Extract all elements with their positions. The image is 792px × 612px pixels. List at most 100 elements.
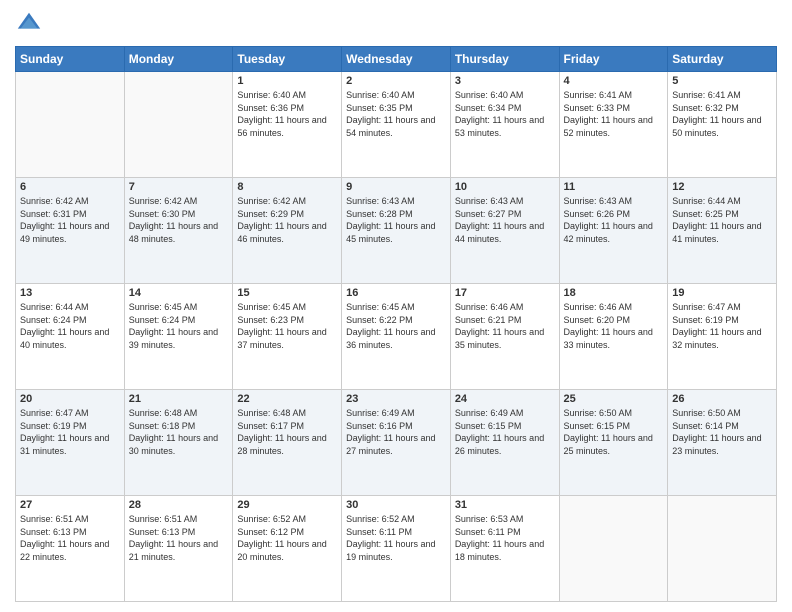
day-info: Sunrise: 6:46 AMSunset: 6:21 PMDaylight:… [455, 301, 555, 351]
day-info: Sunrise: 6:42 AMSunset: 6:30 PMDaylight:… [129, 195, 229, 245]
calendar-cell: 8 Sunrise: 6:42 AMSunset: 6:29 PMDaylight… [233, 178, 342, 284]
calendar-cell: 29 Sunrise: 6:52 AMSunset: 6:12 PMDayligh… [233, 496, 342, 602]
calendar-cell: 20Sunrise: 6:47 AMSunset: 6:19 PMDayligh… [16, 390, 125, 496]
weekday-header: Sunday [16, 47, 125, 72]
header [15, 10, 777, 38]
calendar-cell: 9 Sunrise: 6:43 AMSunset: 6:28 PMDaylight… [342, 178, 451, 284]
calendar-cell: 10Sunrise: 6:43 AMSunset: 6:27 PMDayligh… [450, 178, 559, 284]
day-number: 31 [455, 499, 555, 511]
calendar-body: 1 Sunrise: 6:40 AMSunset: 6:36 PMDaylight… [16, 72, 777, 602]
day-number: 5 [672, 75, 772, 87]
weekday-header: Friday [559, 47, 668, 72]
day-number: 18 [564, 287, 664, 299]
day-number: 23 [346, 393, 446, 405]
day-number: 14 [129, 287, 229, 299]
calendar-cell: 15 Sunrise: 6:45 AMSunset: 6:23 PMDayligh… [233, 284, 342, 390]
calendar-cell: 3Sunrise: 6:40 AMSunset: 6:34 PMDaylight… [450, 72, 559, 178]
day-info: Sunrise: 6:41 AMSunset: 6:33 PMDaylight:… [564, 89, 664, 139]
calendar-cell: 6 Sunrise: 6:42 AMSunset: 6:31 PMDaylight… [16, 178, 125, 284]
calendar-header: SundayMondayTuesdayWednesdayThursdayFrid… [16, 47, 777, 72]
day-info: Sunrise: 6:52 AMSunset: 6:12 PMDaylight:… [237, 513, 337, 563]
calendar-week-row: 13 Sunrise: 6:44 AMSunset: 6:24 PMDayligh… [16, 284, 777, 390]
day-number: 30 [346, 499, 446, 511]
day-info: Sunrise: 6:42 AMSunset: 6:29 PMDaylight:… [237, 195, 337, 245]
calendar-cell [124, 72, 233, 178]
calendar-cell [16, 72, 125, 178]
weekday-row: SundayMondayTuesdayWednesdayThursdayFrid… [16, 47, 777, 72]
logo-icon [15, 10, 43, 38]
calendar-week-row: 1 Sunrise: 6:40 AMSunset: 6:36 PMDaylight… [16, 72, 777, 178]
day-info: Sunrise: 6:53 AMSunset: 6:11 PMDaylight:… [455, 513, 555, 563]
day-info: Sunrise: 6:50 AMSunset: 6:15 PMDaylight:… [564, 407, 664, 457]
calendar-week-row: 6 Sunrise: 6:42 AMSunset: 6:31 PMDaylight… [16, 178, 777, 284]
calendar-cell [559, 496, 668, 602]
day-info: Sunrise: 6:44 AMSunset: 6:24 PMDaylight:… [20, 301, 120, 351]
day-info: Sunrise: 6:40 AMSunset: 6:35 PMDaylight:… [346, 89, 446, 139]
day-info: Sunrise: 6:49 AMSunset: 6:15 PMDaylight:… [455, 407, 555, 457]
calendar-cell: 12 Sunrise: 6:44 AMSunset: 6:25 PMDayligh… [668, 178, 777, 284]
day-info: Sunrise: 6:43 AMSunset: 6:27 PMDaylight:… [455, 195, 555, 245]
day-number: 28 [129, 499, 229, 511]
day-number: 29 [237, 499, 337, 511]
calendar-cell: 7Sunrise: 6:42 AMSunset: 6:30 PMDaylight… [124, 178, 233, 284]
day-number: 11 [564, 181, 664, 193]
day-info: Sunrise: 6:42 AMSunset: 6:31 PMDaylight:… [20, 195, 120, 245]
day-number: 26 [672, 393, 772, 405]
day-info: Sunrise: 6:48 AMSunset: 6:17 PMDaylight:… [237, 407, 337, 457]
calendar-table: SundayMondayTuesdayWednesdayThursdayFrid… [15, 46, 777, 602]
day-number: 25 [564, 393, 664, 405]
day-number: 4 [564, 75, 664, 87]
calendar-cell: 18Sunrise: 6:46 AMSunset: 6:20 PMDayligh… [559, 284, 668, 390]
calendar-week-row: 20Sunrise: 6:47 AMSunset: 6:19 PMDayligh… [16, 390, 777, 496]
day-info: Sunrise: 6:48 AMSunset: 6:18 PMDaylight:… [129, 407, 229, 457]
weekday-header: Tuesday [233, 47, 342, 72]
weekday-header: Thursday [450, 47, 559, 72]
calendar-cell: 4 Sunrise: 6:41 AMSunset: 6:33 PMDaylight… [559, 72, 668, 178]
logo [15, 10, 47, 38]
day-number: 8 [237, 181, 337, 193]
day-number: 20 [20, 393, 120, 405]
day-info: Sunrise: 6:49 AMSunset: 6:16 PMDaylight:… [346, 407, 446, 457]
day-number: 17 [455, 287, 555, 299]
day-info: Sunrise: 6:45 AMSunset: 6:24 PMDaylight:… [129, 301, 229, 351]
calendar-cell: 27 Sunrise: 6:51 AMSunset: 6:13 PMDayligh… [16, 496, 125, 602]
day-number: 6 [20, 181, 120, 193]
calendar-cell: 21Sunrise: 6:48 AMSunset: 6:18 PMDayligh… [124, 390, 233, 496]
day-info: Sunrise: 6:43 AMSunset: 6:28 PMDaylight:… [346, 195, 446, 245]
day-number: 1 [237, 75, 337, 87]
calendar-cell [668, 496, 777, 602]
day-info: Sunrise: 6:43 AMSunset: 6:26 PMDaylight:… [564, 195, 664, 245]
calendar-cell: 31 Sunrise: 6:53 AMSunset: 6:11 PMDayligh… [450, 496, 559, 602]
calendar-cell: 24Sunrise: 6:49 AMSunset: 6:15 PMDayligh… [450, 390, 559, 496]
weekday-header: Saturday [668, 47, 777, 72]
day-number: 12 [672, 181, 772, 193]
weekday-header: Wednesday [342, 47, 451, 72]
day-info: Sunrise: 6:41 AMSunset: 6:32 PMDaylight:… [672, 89, 772, 139]
day-info: Sunrise: 6:45 AMSunset: 6:23 PMDaylight:… [237, 301, 337, 351]
calendar-cell: 19 Sunrise: 6:47 AMSunset: 6:19 PMDayligh… [668, 284, 777, 390]
calendar-cell: 28 Sunrise: 6:51 AMSunset: 6:13 PMDayligh… [124, 496, 233, 602]
day-info: Sunrise: 6:44 AMSunset: 6:25 PMDaylight:… [672, 195, 772, 245]
day-info: Sunrise: 6:45 AMSunset: 6:22 PMDaylight:… [346, 301, 446, 351]
calendar-cell: 23 Sunrise: 6:49 AMSunset: 6:16 PMDayligh… [342, 390, 451, 496]
day-number: 19 [672, 287, 772, 299]
day-number: 13 [20, 287, 120, 299]
day-info: Sunrise: 6:40 AMSunset: 6:36 PMDaylight:… [237, 89, 337, 139]
calendar-cell: 14 Sunrise: 6:45 AMSunset: 6:24 PMDayligh… [124, 284, 233, 390]
day-number: 16 [346, 287, 446, 299]
day-info: Sunrise: 6:51 AMSunset: 6:13 PMDaylight:… [129, 513, 229, 563]
day-number: 22 [237, 393, 337, 405]
day-number: 3 [455, 75, 555, 87]
day-number: 15 [237, 287, 337, 299]
day-info: Sunrise: 6:47 AMSunset: 6:19 PMDaylight:… [672, 301, 772, 351]
day-number: 2 [346, 75, 446, 87]
day-info: Sunrise: 6:51 AMSunset: 6:13 PMDaylight:… [20, 513, 120, 563]
day-info: Sunrise: 6:52 AMSunset: 6:11 PMDaylight:… [346, 513, 446, 563]
calendar-cell: 26 Sunrise: 6:50 AMSunset: 6:14 PMDayligh… [668, 390, 777, 496]
calendar-cell: 11 Sunrise: 6:43 AMSunset: 6:26 PMDayligh… [559, 178, 668, 284]
day-number: 27 [20, 499, 120, 511]
calendar-cell: 30 Sunrise: 6:52 AMSunset: 6:11 PMDayligh… [342, 496, 451, 602]
day-info: Sunrise: 6:50 AMSunset: 6:14 PMDaylight:… [672, 407, 772, 457]
day-number: 9 [346, 181, 446, 193]
calendar-week-row: 27 Sunrise: 6:51 AMSunset: 6:13 PMDayligh… [16, 496, 777, 602]
